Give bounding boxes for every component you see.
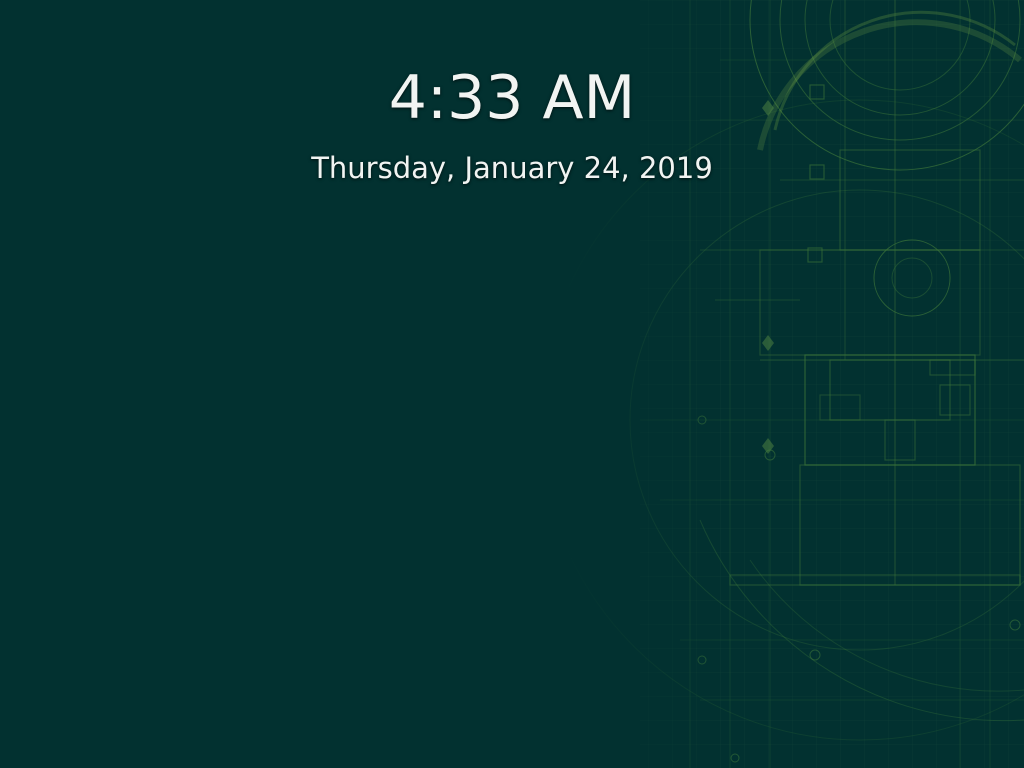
lock-screen: 4:33 AM Thursday, January 24, 2019	[0, 0, 1024, 768]
clock-date: Thursday, January 24, 2019	[311, 151, 713, 185]
clock-time: 4:33 AM	[388, 63, 636, 133]
clock-widget: 4:33 AM Thursday, January 24, 2019	[0, 60, 1024, 186]
